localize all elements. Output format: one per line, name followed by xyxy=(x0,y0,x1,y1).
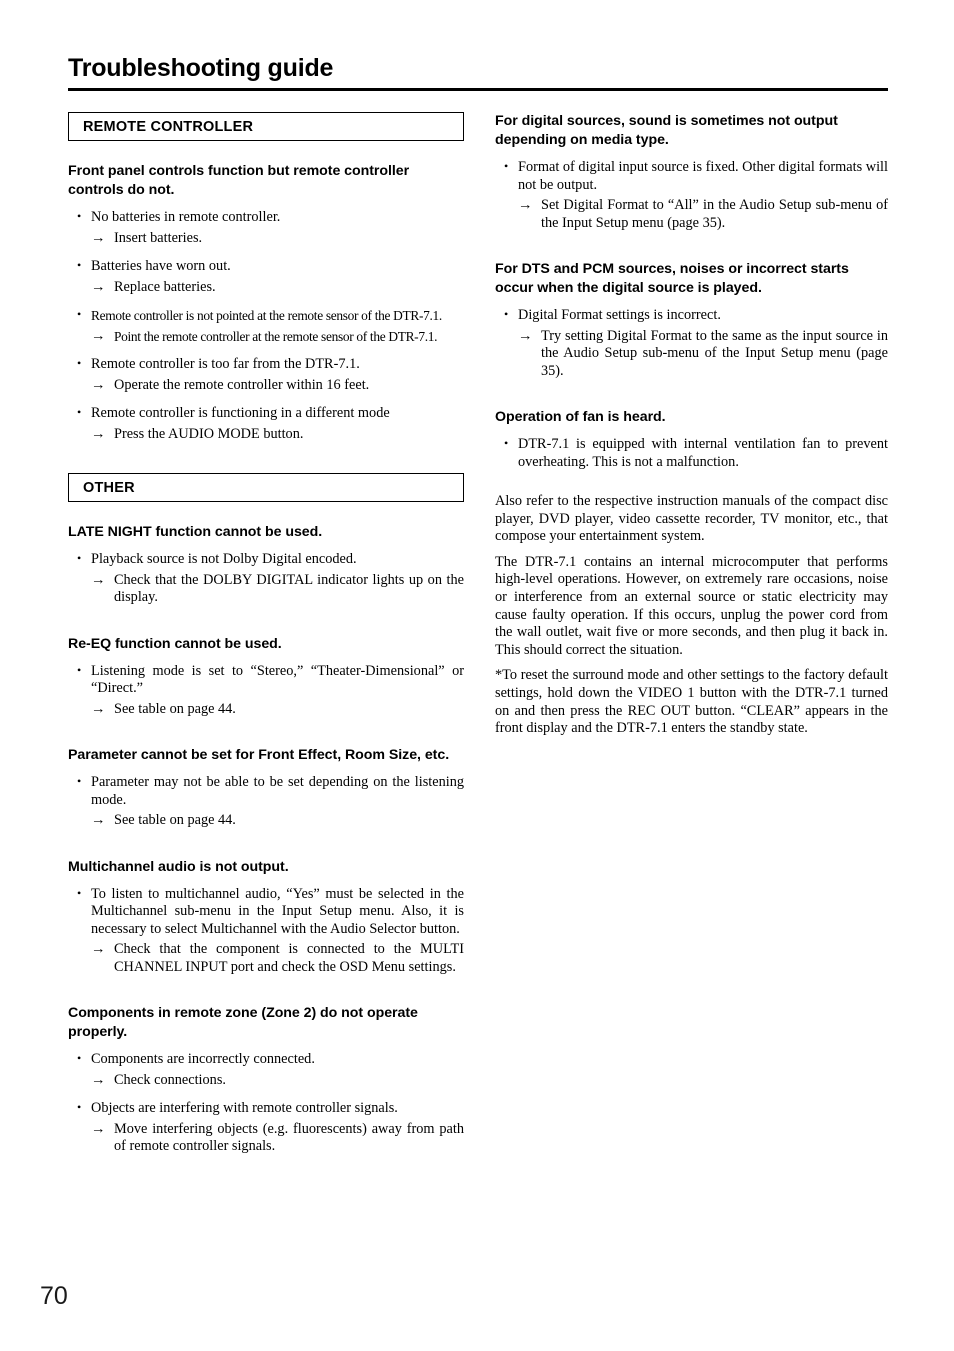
arrow-item: Replace batteries. xyxy=(68,279,464,297)
bullet-item: Digital Format settings is incorrect. xyxy=(495,306,888,325)
right-column: For digital sources, sound is sometimes … xyxy=(495,112,888,746)
footnote-paragraph: *To reset the surround mode and other se… xyxy=(495,667,888,737)
page-number: 70 xyxy=(40,1282,68,1310)
arrow-item: Set Digital Format to “All” in the Audio… xyxy=(495,197,888,232)
bullet-item: Parameter may not be able to be set depe… xyxy=(68,773,464,809)
bullet-item: DTR-7.1 is equipped with internal ventil… xyxy=(495,435,888,471)
heading-late-night: LATE NIGHT function cannot be used. xyxy=(68,524,323,540)
heading-digital-sources: For digital sources, sound is sometimes … xyxy=(495,113,838,148)
left-column: REMOTE CONTROLLER Front panel controls f… xyxy=(68,112,464,1156)
bullet-item: Format of digital input source is fixed.… xyxy=(495,158,888,194)
section-bar-other: OTHER xyxy=(68,473,464,502)
bullet-item: Playback source is not Dolby Digital enc… xyxy=(68,550,464,569)
heading-multichannel-audio: Multichannel audio is not output. xyxy=(68,858,289,875)
page-title: Troubleshooting guide xyxy=(68,54,334,82)
arrow-item: Insert batteries. xyxy=(68,230,464,248)
arrow-item: Check that the component is connected to… xyxy=(68,941,464,976)
arrow-item: Move interfering objects (e.g. fluoresce… xyxy=(68,1121,464,1156)
arrow-item: Check connections. xyxy=(68,1072,464,1090)
arrow-item: Check that the DOLBY DIGITAL indicator l… xyxy=(68,572,464,607)
document-page: Troubleshooting guide REMOTE CONTROLLER … xyxy=(0,0,954,1351)
bullet-item: Components are incorrectly connected. xyxy=(68,1050,464,1069)
bullet-item: To listen to multichannel audio, “Yes” m… xyxy=(68,885,464,939)
bullet-item: Objects are interfering with remote cont… xyxy=(68,1099,464,1118)
arrow-item: See table on page 44. xyxy=(68,701,464,719)
arrow-item: See table on page 44. xyxy=(68,812,464,830)
arrow-item: Operate the remote controller within 16 … xyxy=(68,377,464,395)
bullet-item: Remote controller is functioning in a di… xyxy=(68,404,464,423)
closing-paragraph: Also refer to the respective instruction… xyxy=(495,493,888,545)
arrow-item: Try setting Digital Format to the same a… xyxy=(495,328,888,381)
heading-front-panel-controls: Front panel controls function but remote… xyxy=(68,163,410,198)
heading-operation-of-fan: Operation of fan is heard. xyxy=(495,409,666,425)
bullet-item: Listening mode is set to “Stereo,” “Thea… xyxy=(68,662,464,698)
bullet-item: Remote controller is not pointed at the … xyxy=(68,306,464,325)
arrow-item: Press the AUDIO MODE button. xyxy=(68,426,464,444)
heading-zone2: Components in remote zone (Zone 2) do no… xyxy=(68,1005,418,1040)
heading-re-eq: Re-EQ function cannot be used. xyxy=(68,635,282,652)
bullet-item: Batteries have worn out. xyxy=(68,257,464,276)
arrow-item: Point the remote controller at the remot… xyxy=(68,328,464,346)
bullet-item: No batteries in remote controller. xyxy=(68,208,464,227)
bullet-item: Remote controller is too far from the DT… xyxy=(68,355,464,374)
section-bar-remote-controller: REMOTE CONTROLLER xyxy=(68,112,464,141)
title-divider xyxy=(68,88,888,91)
heading-dts-pcm-sources: For DTS and PCM sources, noises or incor… xyxy=(495,261,849,296)
closing-paragraph: The DTR-7.1 contains an internal microco… xyxy=(495,553,888,658)
heading-parameter-cannot-be-set: Parameter cannot be set for Front Effect… xyxy=(68,747,450,763)
